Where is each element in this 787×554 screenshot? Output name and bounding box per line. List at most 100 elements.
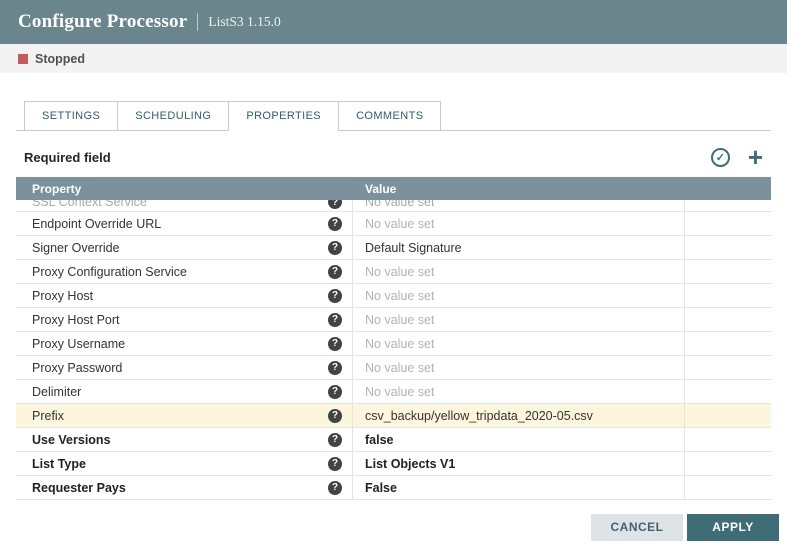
help-icon[interactable]: ? bbox=[328, 457, 342, 471]
table-row: Endpoint Override URL ? No value set bbox=[16, 212, 771, 236]
table-row: Proxy Configuration Service ? No value s… bbox=[16, 260, 771, 284]
dialog-content: SETTINGS SCHEDULING PROPERTIES COMMENTS … bbox=[0, 73, 787, 500]
table-row: Prefix ? csv_backup/yellow_tripdata_2020… bbox=[16, 404, 771, 428]
table-row: List Type ? List Objects V1 bbox=[16, 452, 771, 476]
spacer-cell bbox=[685, 308, 771, 331]
value-cell[interactable]: No value set bbox=[353, 260, 685, 283]
help-icon[interactable]: ? bbox=[328, 361, 342, 375]
property-cell: Proxy Configuration Service ? bbox=[16, 260, 353, 283]
add-property-plus-icon[interactable]: + bbox=[746, 147, 765, 167]
property-cell: Proxy Host ? bbox=[16, 284, 353, 307]
table-row: SSL Context Service ? No value set bbox=[16, 200, 771, 212]
spacer-cell bbox=[685, 260, 771, 283]
stopped-square-icon bbox=[18, 54, 28, 64]
property-cell: Endpoint Override URL ? bbox=[16, 212, 353, 235]
spacer-cell bbox=[685, 356, 771, 379]
help-icon[interactable]: ? bbox=[328, 385, 342, 399]
table-header: Property Value bbox=[16, 177, 771, 200]
table-row: Use Versions ? false bbox=[16, 428, 771, 452]
value-cell[interactable]: Default Signature bbox=[353, 236, 685, 259]
property-cell: Delimiter ? bbox=[16, 380, 353, 403]
property-cell: Requester Pays ? bbox=[16, 476, 353, 499]
property-cell: List Type ? bbox=[16, 452, 353, 475]
property-name: Use Versions bbox=[32, 433, 328, 447]
spacer-cell bbox=[685, 380, 771, 403]
tab-scheduling[interactable]: SCHEDULING bbox=[117, 101, 229, 131]
table-row: Requester Pays ? False bbox=[16, 476, 771, 500]
spacer-cell bbox=[685, 284, 771, 307]
property-cell: Proxy Username ? bbox=[16, 332, 353, 355]
value-cell[interactable]: csv_backup/yellow_tripdata_2020-05.csv bbox=[353, 404, 685, 427]
help-icon[interactable]: ? bbox=[328, 409, 342, 423]
column-header-property: Property bbox=[16, 182, 353, 196]
dialog-header: Configure Processor ListS3 1.15.0 bbox=[0, 0, 787, 44]
value-text: No value set bbox=[365, 200, 434, 209]
help-icon[interactable]: ? bbox=[328, 337, 342, 351]
title-divider bbox=[197, 13, 198, 31]
help-icon[interactable]: ? bbox=[328, 433, 342, 447]
value-text: List Objects V1 bbox=[365, 457, 455, 471]
value-cell[interactable]: false bbox=[353, 428, 685, 451]
value-cell[interactable]: No value set bbox=[353, 356, 685, 379]
value-cell[interactable]: No value set bbox=[353, 212, 685, 235]
help-icon[interactable]: ? bbox=[328, 200, 342, 209]
table-row: Proxy Password ? No value set bbox=[16, 356, 771, 380]
table-row: Proxy Username ? No value set bbox=[16, 332, 771, 356]
property-name: Requester Pays bbox=[32, 481, 328, 495]
property-name: Endpoint Override URL bbox=[32, 217, 328, 231]
spacer-cell bbox=[685, 236, 771, 259]
value-cell[interactable]: No value set bbox=[353, 332, 685, 355]
value-text: false bbox=[365, 433, 394, 447]
dialog-footer: CANCEL APPLY bbox=[0, 500, 787, 554]
property-name: Delimiter bbox=[32, 385, 328, 399]
required-field-label: Required field bbox=[24, 150, 111, 165]
property-name: Signer Override bbox=[32, 241, 328, 255]
property-cell: Use Versions ? bbox=[16, 428, 353, 451]
spacer-cell bbox=[685, 332, 771, 355]
help-icon[interactable]: ? bbox=[328, 217, 342, 231]
value-text: No value set bbox=[365, 265, 434, 279]
value-text: No value set bbox=[365, 289, 434, 303]
value-cell[interactable]: No value set bbox=[353, 308, 685, 331]
value-cell[interactable]: No value set bbox=[353, 284, 685, 307]
help-icon[interactable]: ? bbox=[328, 241, 342, 255]
property-cell: Prefix ? bbox=[16, 404, 353, 427]
tab-comments[interactable]: COMMENTS bbox=[338, 101, 441, 131]
value-text: csv_backup/yellow_tripdata_2020-05.csv bbox=[365, 409, 593, 423]
status-label: Stopped bbox=[35, 52, 85, 66]
value-cell[interactable]: No value set bbox=[353, 200, 685, 212]
value-cell[interactable]: False bbox=[353, 476, 685, 499]
table-body: SSL Context Service ? No value set Endpo… bbox=[16, 200, 771, 500]
help-icon[interactable]: ? bbox=[328, 481, 342, 495]
spacer-cell bbox=[685, 428, 771, 451]
spacer-cell bbox=[685, 476, 771, 499]
value-text: Default Signature bbox=[365, 241, 462, 255]
apply-button[interactable]: APPLY bbox=[687, 514, 779, 541]
value-text: No value set bbox=[365, 313, 434, 327]
configure-processor-dialog: Configure Processor ListS3 1.15.0 Stoppe… bbox=[0, 0, 787, 554]
help-icon[interactable]: ? bbox=[328, 313, 342, 327]
spacer-cell bbox=[685, 212, 771, 235]
property-name: Proxy Password bbox=[32, 361, 328, 375]
tab-bar: SETTINGS SCHEDULING PROPERTIES COMMENTS bbox=[16, 101, 771, 131]
status-bar: Stopped bbox=[0, 44, 787, 73]
help-icon[interactable]: ? bbox=[328, 289, 342, 303]
property-name: Proxy Host bbox=[32, 289, 328, 303]
spacer-cell bbox=[685, 452, 771, 475]
property-cell: Proxy Password ? bbox=[16, 356, 353, 379]
table-row: Proxy Host ? No value set bbox=[16, 284, 771, 308]
tab-properties[interactable]: PROPERTIES bbox=[228, 101, 339, 131]
spacer-cell bbox=[685, 200, 771, 211]
check-circle-icon[interactable]: ✓ bbox=[711, 148, 730, 167]
tab-settings[interactable]: SETTINGS bbox=[24, 101, 118, 131]
property-name: Proxy Configuration Service bbox=[32, 265, 328, 279]
dialog-title: Configure Processor bbox=[18, 11, 187, 33]
property-name: SSL Context Service bbox=[32, 200, 328, 209]
value-cell[interactable]: List Objects V1 bbox=[353, 452, 685, 475]
value-text: No value set bbox=[365, 361, 434, 375]
value-text: No value set bbox=[365, 337, 434, 351]
help-icon[interactable]: ? bbox=[328, 265, 342, 279]
value-cell[interactable]: No value set bbox=[353, 380, 685, 403]
dialog-subtitle: ListS3 1.15.0 bbox=[208, 14, 280, 30]
cancel-button[interactable]: CANCEL bbox=[591, 514, 683, 541]
